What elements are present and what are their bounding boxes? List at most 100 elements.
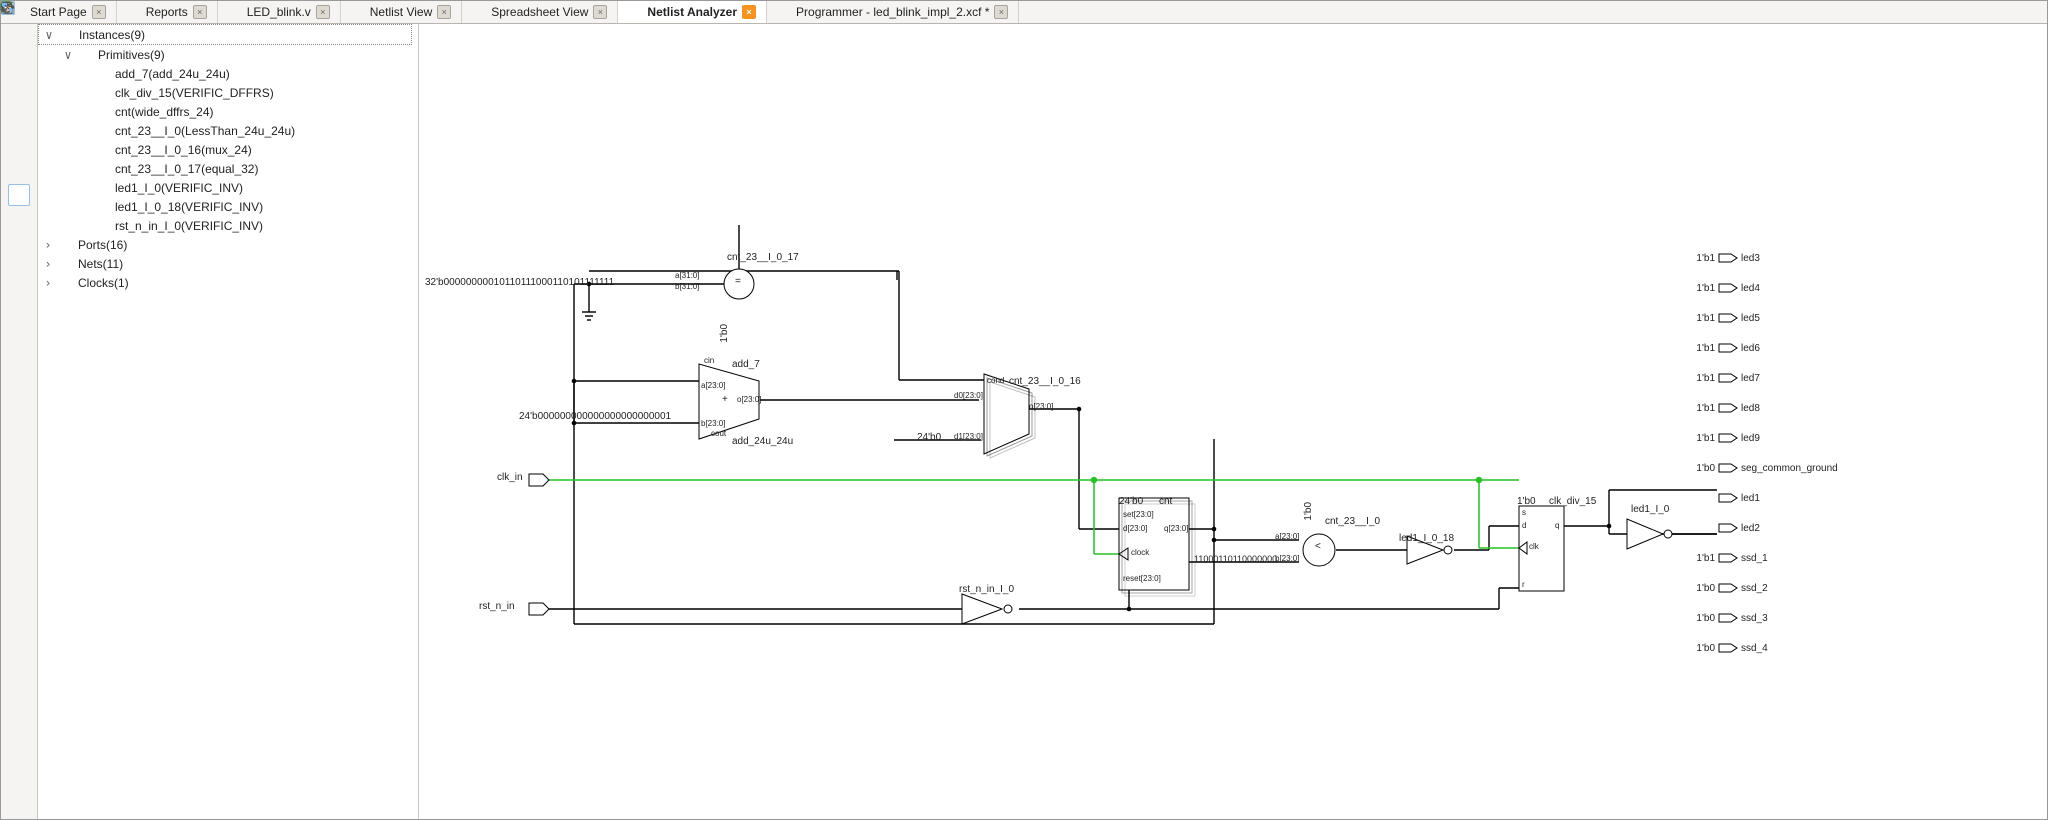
hierarchy-panel[interactable]: ∨ Instances(9) ∨ Primitives(9) add_7(add… <box>38 24 419 819</box>
tree-ports[interactable]: › Ports(16) <box>38 235 418 254</box>
pin-d1b: d <box>1522 521 1526 530</box>
pin-reset: reset[23:0] <box>1123 574 1161 583</box>
tab-start-page[interactable]: Start Page × <box>1 1 117 23</box>
tree-item-rstinv[interactable]: rst_n_in_I_0(VERIFIC_INV) <box>38 216 418 235</box>
close-icon[interactable]: × <box>437 5 451 19</box>
tab-led-blink[interactable]: LED_blink.v × <box>218 1 341 23</box>
port-out-icon <box>1717 551 1739 565</box>
tab-label: Programmer - led_blink_impl_2.xcf * <box>796 5 989 19</box>
zoom-target-icon[interactable] <box>9 54 29 74</box>
output-const: 1'b0 <box>1689 643 1715 654</box>
tree-item-lt[interactable]: cnt_23__I_0(LessThan_24u_24u) <box>38 121 418 140</box>
tree-nets[interactable]: › Nets(11) <box>38 254 418 273</box>
analyzer-icon <box>628 5 642 19</box>
output-const: 1'b1 <box>1689 343 1715 354</box>
tab-reports[interactable]: Reports × <box>117 1 218 23</box>
zoom-fit-icon[interactable] <box>9 30 29 50</box>
pin-a23-add: a[23:0] <box>701 381 725 390</box>
output-const: 1'b1 <box>1689 283 1715 294</box>
tree-item-inv18[interactable]: led1_I_0_18(VERIFIC_INV) <box>38 197 418 216</box>
tab-programmer[interactable]: Programmer - led_blink_impl_2.xcf * × <box>767 1 1019 23</box>
close-icon[interactable]: × <box>742 5 756 19</box>
tree-instances[interactable]: ∨ Instances(9) <box>38 24 412 45</box>
close-icon[interactable]: × <box>193 5 207 19</box>
target-icon[interactable] <box>9 78 29 98</box>
inverter-icon <box>96 200 110 214</box>
tree-item-add7[interactable]: add_7(add_24u_24u) <box>38 64 418 83</box>
layers-icon[interactable] <box>9 422 29 442</box>
tree-item-eq[interactable]: cnt_23__I_0_17(equal_32) <box>38 159 418 178</box>
rst-in-port: rst_n_in <box>479 601 515 612</box>
lt-op: < <box>1315 541 1321 552</box>
close-icon[interactable]: × <box>92 5 106 19</box>
mux-name: cnt_23__I_0_16 <box>1009 376 1081 387</box>
output-name: led8 <box>1741 403 1760 414</box>
output-name: led1 <box>1741 493 1760 504</box>
run-icon[interactable] <box>9 160 29 180</box>
star-icon[interactable] <box>9 374 29 394</box>
close-icon[interactable]: × <box>593 5 607 19</box>
tree-clocks[interactable]: › Clocks(1) <box>38 273 418 292</box>
tab-label: Netlist Analyzer <box>647 5 737 19</box>
output-port: 1'b1led6 <box>1689 340 1760 356</box>
tree-label: Ports(16) <box>78 238 127 252</box>
sheet-icon <box>472 5 486 19</box>
tree-label: clk_div_15(VERIFIC_DFFRS) <box>115 86 274 100</box>
pin-q: q[23:0] <box>1164 524 1188 533</box>
chevron-down-icon[interactable]: ∨ <box>43 28 55 42</box>
pan-tool[interactable] <box>9 210 29 230</box>
tree-item-cnt[interactable]: cnt(wide_dffrs_24) <box>38 102 418 121</box>
reports-icon <box>127 5 141 19</box>
tree-primitives[interactable]: ∨ Primitives(9) <box>38 45 418 64</box>
adder-icon <box>96 67 110 81</box>
reg-icon <box>96 105 110 119</box>
tree-label: Instances(9) <box>79 28 145 42</box>
grid-icon[interactable] <box>9 398 29 418</box>
chevron-right-icon[interactable]: › <box>42 238 54 252</box>
const32: 32'b00000000010110111000110101111111 <box>425 277 614 288</box>
led1inv-name: led1_I_0 <box>1631 504 1669 515</box>
close-icon[interactable]: × <box>316 5 330 19</box>
copy-icon[interactable] <box>9 316 29 336</box>
pin-clk: clk <box>1529 542 1539 551</box>
tab-label: Start Page <box>30 5 87 19</box>
tab-netlist-analyzer[interactable]: Netlist Analyzer × <box>618 1 767 23</box>
folder-icon[interactable] <box>9 112 29 132</box>
filter-icon[interactable] <box>9 244 29 264</box>
forward-icon[interactable] <box>9 292 29 312</box>
tab-netlist-view[interactable]: Netlist View × <box>341 1 462 23</box>
tree-item-clkdiv[interactable]: clk_div_15(VERIFIC_DFFRS) <box>38 83 418 102</box>
tab-label: LED_blink.v <box>247 5 311 19</box>
back-icon[interactable] <box>9 268 29 288</box>
output-const: 1'b1 <box>1689 253 1715 264</box>
tree-label: led1_I_0(VERIFIC_INV) <box>115 181 243 195</box>
tab-spreadsheet[interactable]: Spreadsheet View × <box>462 1 618 23</box>
pin-s: s <box>1522 508 1526 517</box>
netlist-icon <box>351 5 365 19</box>
schematic-canvas[interactable]: cnt_23__I_0_17 = a[31:0] b[31:0] 32'b000… <box>419 24 2047 819</box>
cnt-name: cnt <box>1159 496 1172 507</box>
tree-item-inv0[interactable]: led1_I_0(VERIFIC_INV) <box>38 178 418 197</box>
paste-icon[interactable] <box>9 340 29 360</box>
compare-icon <box>96 124 110 138</box>
tree-item-mux[interactable]: cnt_23__I_0_16(mux_24) <box>38 140 418 159</box>
toolbar-rail <box>1 24 38 819</box>
save-icon[interactable] <box>9 136 29 156</box>
port-out-icon <box>1717 341 1739 355</box>
chevron-right-icon[interactable]: › <box>42 257 54 271</box>
chevron-down-icon[interactable]: ∨ <box>62 48 74 62</box>
output-const: 1'b1 <box>1689 313 1715 324</box>
cnt-pre: 24'b0 <box>1119 496 1143 507</box>
add7-name: add_7 <box>732 359 760 370</box>
tab-overflow-button[interactable] <box>2027 1 2047 23</box>
close-icon[interactable]: × <box>994 5 1008 19</box>
chevron-right-icon[interactable]: › <box>42 276 54 290</box>
arrow-tool[interactable] <box>8 184 30 206</box>
port-out-icon <box>1717 251 1739 265</box>
inverter-icon <box>96 181 110 195</box>
pin-clock: clock <box>1131 548 1149 557</box>
output-name: ssd_1 <box>1741 553 1768 564</box>
output-name: led4 <box>1741 283 1760 294</box>
pin-d1: d1[23:0] <box>954 432 983 441</box>
verilog-icon <box>228 5 242 19</box>
